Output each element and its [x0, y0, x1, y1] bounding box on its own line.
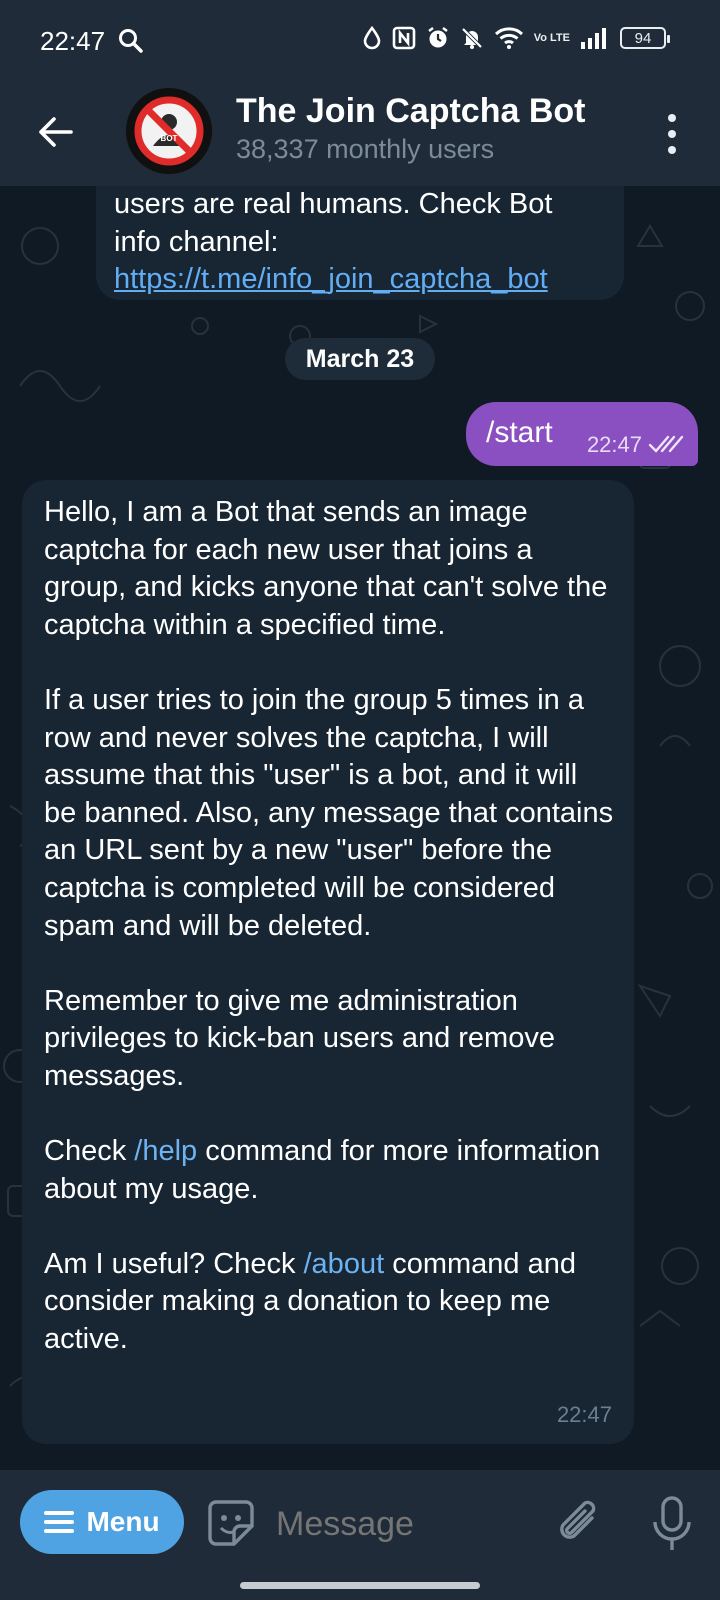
menu-label: Menu [86, 1506, 160, 1537]
message-time: 22:47 [586, 432, 642, 457]
search-icon [118, 28, 144, 59]
sticker-icon [208, 1500, 254, 1546]
avatar[interactable]: BOT [126, 88, 212, 174]
status-icons: Vo LTE 94 [362, 26, 670, 50]
back-arrow-icon [39, 117, 73, 147]
nfc-icon [392, 26, 416, 50]
dot-icon [668, 114, 676, 122]
message-text: users are real humans. Check Bot [114, 188, 553, 220]
water-drop-icon [362, 26, 382, 50]
double-check-icon [648, 434, 684, 459]
chat-header: BOT The Join Captcha Bot 38,337 monthly … [0, 82, 720, 186]
avatar-bot-text: BOT [161, 134, 178, 143]
date-separator: March 23 [285, 338, 435, 380]
message-paragraph: Check /help command for more information… [44, 1133, 616, 1208]
status-bar: 22:47 Vo LTE 94 [0, 0, 720, 82]
message-text: Check [44, 1135, 135, 1168]
hamburger-icon [44, 1511, 75, 1533]
message-text: /start [486, 416, 553, 449]
about-command-link[interactable]: /about [304, 1248, 385, 1280]
voice-message-button[interactable] [650, 1494, 694, 1554]
previous-message-bubble[interactable]: users are real humans. Check Bot info ch… [96, 186, 624, 300]
wifi-icon [494, 26, 524, 50]
input-bar: Menu [0, 1470, 720, 1600]
chat-title[interactable]: The Join Captcha Bot [236, 92, 585, 131]
dot-icon [668, 130, 676, 138]
message-paragraph: If a user tries to join the group 5 time… [44, 683, 614, 942]
message-paragraph: Hello, I am a Bot that sends an image ca… [44, 496, 608, 641]
chat-subtitle: 38,337 monthly users [236, 134, 495, 164]
message-time: 22:47 [556, 1402, 612, 1428]
outgoing-message-bubble[interactable]: /start 22:47 [466, 402, 698, 466]
home-indicator[interactable] [240, 1582, 480, 1589]
menu-button[interactable]: Menu [20, 1490, 184, 1554]
message-text: info channel: [114, 225, 279, 258]
sticker-emoji-button[interactable] [206, 1498, 256, 1548]
paperclip-icon [560, 1500, 596, 1539]
chat-area[interactable]: users are real humans. Check Bot info ch… [0, 186, 720, 1470]
info-channel-link[interactable]: https://t.me/info_join_captcha_bot [114, 261, 604, 299]
alarm-icon [426, 26, 450, 50]
message-paragraph: Am I useful? Check /about command and co… [44, 1246, 616, 1359]
message-input[interactable] [276, 1496, 526, 1552]
incoming-message-bubble[interactable]: Hello, I am a Bot that sends an image ca… [22, 480, 634, 1444]
dot-icon [668, 146, 676, 154]
volte-indicator: Vo LTE [533, 31, 570, 44]
message-paragraph: Remember to give me administration privi… [44, 984, 555, 1092]
help-command-link[interactable]: /help [134, 1135, 197, 1167]
mute-bell-icon [460, 26, 484, 50]
microphone-icon [653, 1496, 691, 1550]
signal-icon [580, 27, 610, 49]
more-options-button[interactable] [654, 106, 690, 162]
battery-icon: 94 [620, 27, 670, 49]
attach-button[interactable] [552, 1496, 608, 1552]
status-time: 22:47 [40, 26, 106, 56]
message-text: Am I useful? Check [44, 1247, 304, 1280]
back-button[interactable] [28, 104, 84, 160]
